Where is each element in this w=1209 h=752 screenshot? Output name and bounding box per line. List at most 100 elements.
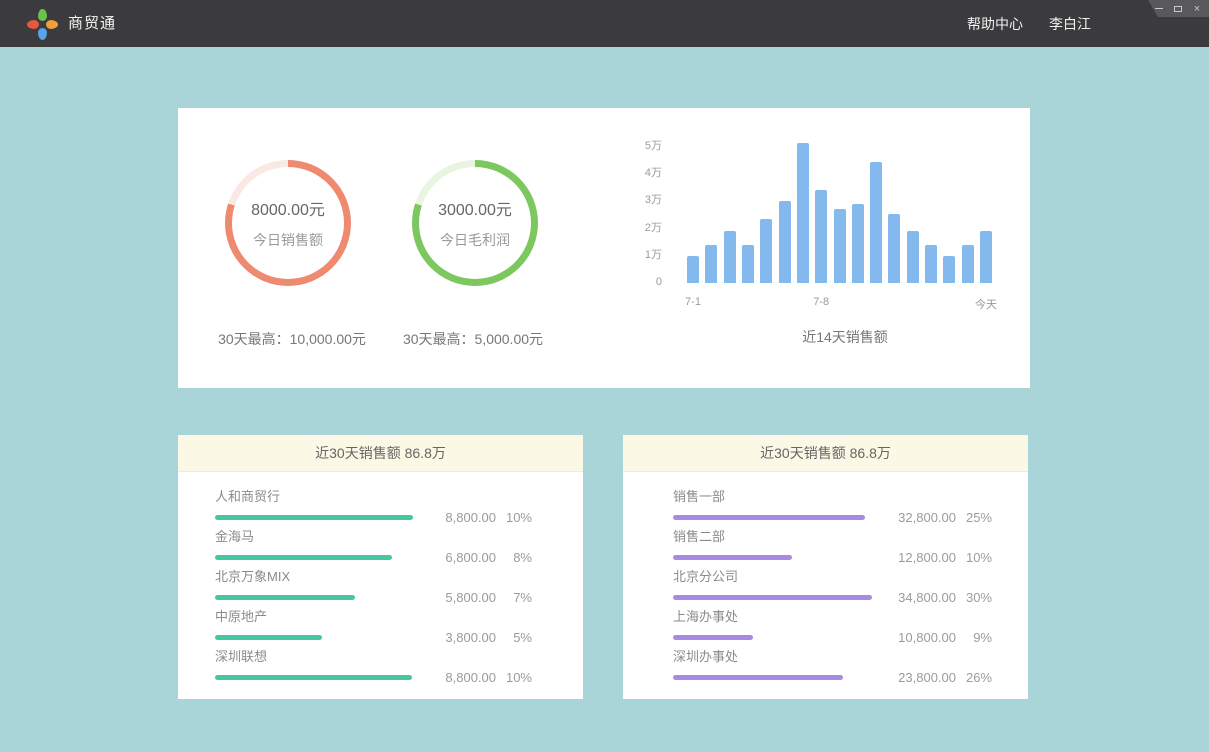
departments-list: 销售一部32,800.0025%销售二部12,800.0010%北京分公司34,… (623, 472, 1028, 684)
titlebar-menu: 帮助中心 李白江 (967, 0, 1091, 47)
x-axis-label: 7-8 (813, 296, 829, 308)
close-button[interactable]: × (1192, 4, 1202, 14)
logo-petal (38, 9, 47, 21)
amount-value: 10,800.00 (884, 630, 956, 645)
sales-bar (815, 190, 827, 283)
percent-value: 26% (956, 670, 992, 685)
y-axis-label: 5万 (618, 140, 662, 152)
sales-list-row: 销售二部 12,800.0010% (673, 529, 992, 564)
amount-value: 32,800.00 (884, 510, 956, 525)
sales-list-row: 北京万象MIX5,800.007% (215, 569, 532, 604)
sales-bar (907, 231, 919, 283)
progress-bar (215, 595, 355, 600)
percent-value: 10% (496, 670, 532, 685)
logo-petal (46, 20, 58, 29)
sales-list-row: 北京分公司 34,800.0030% (673, 569, 992, 604)
sales-bar (852, 204, 864, 283)
y-axis-label: 2万 (618, 222, 662, 234)
maximize-button[interactable] (1173, 4, 1183, 14)
minimize-icon (1155, 8, 1163, 9)
entity-name: 金海马 (215, 529, 532, 545)
x-axis-label: 7-1 (685, 296, 701, 308)
bar-chart-caption: 近14天销售额 (745, 327, 945, 347)
sales-bar (779, 201, 791, 283)
percent-value: 5% (496, 630, 532, 645)
entity-name: 销售一部 (673, 489, 992, 505)
today-sales-label: 今日销售额 (253, 230, 323, 250)
sales-bar (760, 219, 772, 283)
today-sales-value: 8000.00元 (251, 196, 325, 220)
sales-bar (870, 162, 882, 283)
sales-bar (834, 209, 846, 283)
maximize-icon (1174, 6, 1182, 12)
entity-name: 销售二部 (673, 529, 992, 545)
sales-bar (797, 143, 809, 283)
amount-value: 8,800.00 (424, 670, 496, 685)
sales-bar (742, 245, 754, 283)
amount-value: 12,800.00 (884, 550, 956, 565)
sales-bar (705, 245, 717, 283)
titlebar: 商贸通 帮助中心 李白江 × (0, 0, 1209, 47)
logo-petal (27, 20, 39, 29)
sales-bar (980, 231, 992, 283)
sales-list-row: 深圳办事处 23,800.0026% (673, 649, 992, 684)
sales-bar (724, 231, 736, 283)
progress-bar (215, 675, 412, 680)
percent-value: 10% (496, 510, 532, 525)
entity-name: 北京分公司 (673, 569, 992, 585)
sales-list-row: 上海办事处 10,800.009% (673, 609, 992, 644)
y-axis-label: 0 (618, 276, 662, 288)
x-axis-label: 今天 (975, 296, 997, 312)
amount-value: 23,800.00 (884, 670, 956, 685)
sales-list-row: 中原地产3,800.005% (215, 609, 532, 644)
entity-name: 上海办事处 (673, 609, 992, 625)
user-menu[interactable]: 李白江 (1049, 14, 1091, 34)
minimize-button[interactable] (1154, 4, 1164, 14)
y-axis-label: 3万 (618, 194, 662, 206)
y-axis-label: 4万 (618, 167, 662, 179)
percent-value: 9% (956, 630, 992, 645)
help-center-link[interactable]: 帮助中心 (967, 14, 1023, 34)
today-profit-label: 今日毛利润 (440, 230, 510, 250)
close-icon: × (1194, 4, 1200, 14)
sales-bar (962, 245, 974, 283)
progress-bar (673, 515, 865, 520)
sales-list-row: 人和商贸行8,800.0010% (215, 489, 532, 524)
departments-card-title: 近30天销售额 86.8万 (623, 435, 1028, 472)
percent-value: 10% (956, 550, 992, 565)
app-title: 商贸通 (68, 0, 116, 47)
progress-bar (215, 515, 413, 520)
amount-value: 5,800.00 (424, 590, 496, 605)
sales-bar (687, 256, 699, 283)
progress-bar (673, 555, 792, 560)
entity-name: 人和商贸行 (215, 489, 532, 505)
sales-list-row: 销售一部32,800.0025% (673, 489, 992, 524)
progress-bar (673, 675, 843, 680)
today-sales-donut: 8000.00元 今日销售额 (225, 160, 351, 286)
amount-value: 34,800.00 (884, 590, 956, 605)
amount-value: 3,800.00 (424, 630, 496, 645)
entity-name: 北京万象MIX (215, 569, 532, 585)
sales-bar (943, 256, 955, 283)
profit-30d-max: 30天最高：5,000.00元 (353, 329, 593, 349)
entity-name: 深圳办事处 (673, 649, 992, 665)
today-profit-value: 3000.00元 (438, 196, 512, 220)
entity-name: 深圳联想 (215, 649, 532, 665)
sales-list-row: 金海马6,800.008% (215, 529, 532, 564)
sales-bar (925, 245, 937, 283)
sales-bar (888, 214, 900, 283)
logo-petal (38, 28, 47, 40)
sales-list-row: 深圳联想 8,800.0010% (215, 649, 532, 684)
customers-sales-card: 近30天销售额 86.8万 人和商贸行8,800.0010%金海马6,800.0… (178, 435, 583, 699)
y-axis-label: 1万 (618, 249, 662, 261)
percent-value: 8% (496, 550, 532, 565)
departments-sales-card: 近30天销售额 86.8万 销售一部32,800.0025%销售二部12,800… (623, 435, 1028, 699)
app-logo-icon (28, 10, 55, 37)
progress-bar (673, 635, 753, 640)
progress-bar (215, 635, 322, 640)
today-profit-donut: 3000.00元 今日毛利润 (412, 160, 538, 286)
percent-value: 30% (956, 590, 992, 605)
customers-card-title: 近30天销售额 86.8万 (178, 435, 583, 472)
overview-card: 8000.00元 今日销售额 30天最高：10,000.00元 3000.00元… (178, 108, 1030, 388)
window-controls: × (1148, 0, 1209, 17)
